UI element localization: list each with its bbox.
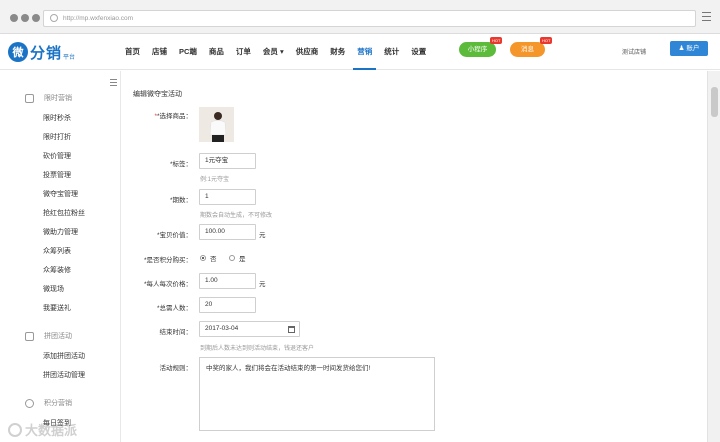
sidebar-item-red-packet[interactable]: 抢红包拉粉丝 bbox=[43, 208, 85, 218]
nav-orders[interactable]: 订单 bbox=[230, 34, 257, 70]
mini-program-button[interactable]: 小程序 bbox=[459, 42, 496, 57]
period-hint: 期数会自动生成，不可修改 bbox=[200, 213, 273, 219]
hot-badge: HOT bbox=[490, 37, 503, 44]
close-window-icon[interactable] bbox=[10, 14, 18, 22]
sidebar-item-limited-discount[interactable]: 限时打折 bbox=[43, 132, 71, 142]
user-name[interactable]: 测试店铺 bbox=[622, 47, 646, 56]
rules-textarea[interactable]: 中奖的家人，我们将会在活动结束的第一时间发货给您们! bbox=[199, 357, 435, 431]
sidebar-item-assist[interactable]: 微助力管理 bbox=[43, 227, 78, 237]
price-input[interactable]: 100.00 bbox=[199, 224, 256, 240]
sidebar-item-add-group[interactable]: 添加拼团活动 bbox=[43, 351, 85, 361]
period-label: *期数： bbox=[169, 197, 192, 204]
grid-icon bbox=[25, 331, 34, 341]
end-time-label: 结束时间： bbox=[159, 329, 193, 336]
browser-chrome: http://mp.wxfenxiao.com bbox=[0, 0, 720, 34]
sidebar-item-live[interactable]: 微现场 bbox=[43, 284, 64, 294]
nav-store[interactable]: 店铺 bbox=[146, 34, 173, 70]
search-icon bbox=[50, 14, 58, 22]
sidebar-section-group[interactable]: 拼团活动 bbox=[25, 331, 72, 341]
nav-suppliers[interactable]: 供应商 bbox=[290, 34, 325, 70]
browser-menu-icon[interactable] bbox=[702, 12, 711, 22]
product-thumbnail[interactable] bbox=[199, 107, 234, 142]
maximize-window-icon[interactable] bbox=[32, 14, 40, 22]
nav-finance[interactable]: 财务 bbox=[324, 34, 351, 70]
product-label: **选择商品： bbox=[154, 113, 192, 120]
gift-icon bbox=[25, 93, 34, 103]
each-price-input[interactable]: 1.00 bbox=[199, 273, 256, 289]
message-button[interactable]: 消息 bbox=[510, 42, 545, 57]
account-button[interactable]: ♟ 账户 bbox=[670, 41, 708, 56]
main-nav: 首页 店铺 PC端 商品 订单 会员 ▾ 供应商 财务 营销 统计 设置 bbox=[119, 34, 432, 70]
total-label: *总需人数： bbox=[156, 305, 192, 312]
page-title: 编辑微夺宝活动 bbox=[133, 91, 182, 98]
nav-products[interactable]: 商品 bbox=[203, 34, 230, 70]
calendar-icon[interactable] bbox=[288, 326, 295, 333]
points-radio-yes[interactable]: 是 bbox=[229, 253, 246, 263]
scrollbar-thumb[interactable] bbox=[711, 87, 718, 117]
tag-label: *标签： bbox=[169, 161, 192, 168]
minimize-window-icon[interactable] bbox=[21, 14, 29, 22]
sidebar-item-manage-group[interactable]: 拼团活动管理 bbox=[43, 370, 85, 380]
points-radio-no[interactable]: 否 bbox=[200, 253, 217, 263]
url-text: http://mp.wxfenxiao.com bbox=[63, 15, 134, 22]
collapse-sidebar-icon[interactable] bbox=[110, 79, 117, 88]
logo-sub: 平台 bbox=[63, 54, 76, 61]
sidebar bbox=[0, 71, 121, 442]
each-price-label: *每人每次价格： bbox=[143, 281, 192, 288]
nav-home[interactable]: 首页 bbox=[119, 34, 146, 70]
page-scrollbar[interactable] bbox=[707, 71, 720, 442]
end-time-hint: 到期后人数未达到则活动结束，钱退还客户 bbox=[200, 346, 315, 352]
sidebar-item-crowdfund-list[interactable]: 众筹列表 bbox=[43, 246, 71, 256]
end-time-input[interactable]: 2017-03-04 bbox=[199, 321, 300, 337]
app-header: 微 分销 平台 首页 店铺 PC端 商品 订单 会员 ▾ 供应商 财务 营销 统… bbox=[0, 34, 720, 70]
nav-members[interactable]: 会员 ▾ bbox=[257, 34, 290, 70]
rules-label: 活动规则： bbox=[159, 365, 193, 372]
total-input[interactable]: 20 bbox=[199, 297, 256, 313]
sidebar-item-flash-sale[interactable]: 限时秒杀 bbox=[43, 113, 71, 123]
tag-hint: 例:1元夺宝 bbox=[200, 177, 230, 183]
tag-input[interactable]: 1元夺宝 bbox=[199, 153, 256, 169]
nav-settings[interactable]: 设置 bbox=[405, 34, 432, 70]
sidebar-item-bargain[interactable]: 砍价管理 bbox=[43, 151, 71, 161]
price-label: *宝贝价值： bbox=[156, 232, 192, 239]
radio-checked-icon bbox=[200, 255, 206, 261]
logo-mark: 微 bbox=[8, 42, 28, 62]
points-label: *是否积分购买： bbox=[143, 257, 192, 264]
logo-text: 分销 bbox=[30, 44, 63, 62]
nav-stats[interactable]: 统计 bbox=[378, 34, 405, 70]
price-unit: 元 bbox=[259, 232, 266, 239]
nav-marketing[interactable]: 营销 bbox=[351, 34, 378, 70]
sidebar-item-crowdfund-decor[interactable]: 众筹装修 bbox=[43, 265, 71, 275]
sidebar-item-gift[interactable]: 我要送礼 bbox=[43, 303, 71, 313]
period-input[interactable]: 1 bbox=[199, 189, 256, 205]
nav-pc[interactable]: PC端 bbox=[173, 34, 203, 70]
pie-icon bbox=[25, 398, 34, 408]
each-price-unit: 元 bbox=[259, 281, 266, 288]
sidebar-section-points[interactable]: 积分营销 bbox=[25, 398, 72, 408]
sidebar-item-treasure[interactable]: 微夺宝管理 bbox=[43, 189, 78, 199]
sidebar-item-vote[interactable]: 投票管理 bbox=[43, 170, 71, 180]
radio-unchecked-icon bbox=[229, 255, 235, 261]
watermark: 大数据派 bbox=[8, 420, 77, 439]
logo[interactable]: 微 分销 平台 bbox=[8, 40, 75, 64]
account-label: 账户 bbox=[686, 45, 700, 52]
watermark-logo-icon bbox=[8, 422, 22, 437]
hot-badge-2: HOT bbox=[540, 37, 553, 44]
address-bar[interactable]: http://mp.wxfenxiao.com bbox=[43, 10, 696, 27]
sidebar-section-limited[interactable]: 限时营销 bbox=[25, 93, 72, 103]
